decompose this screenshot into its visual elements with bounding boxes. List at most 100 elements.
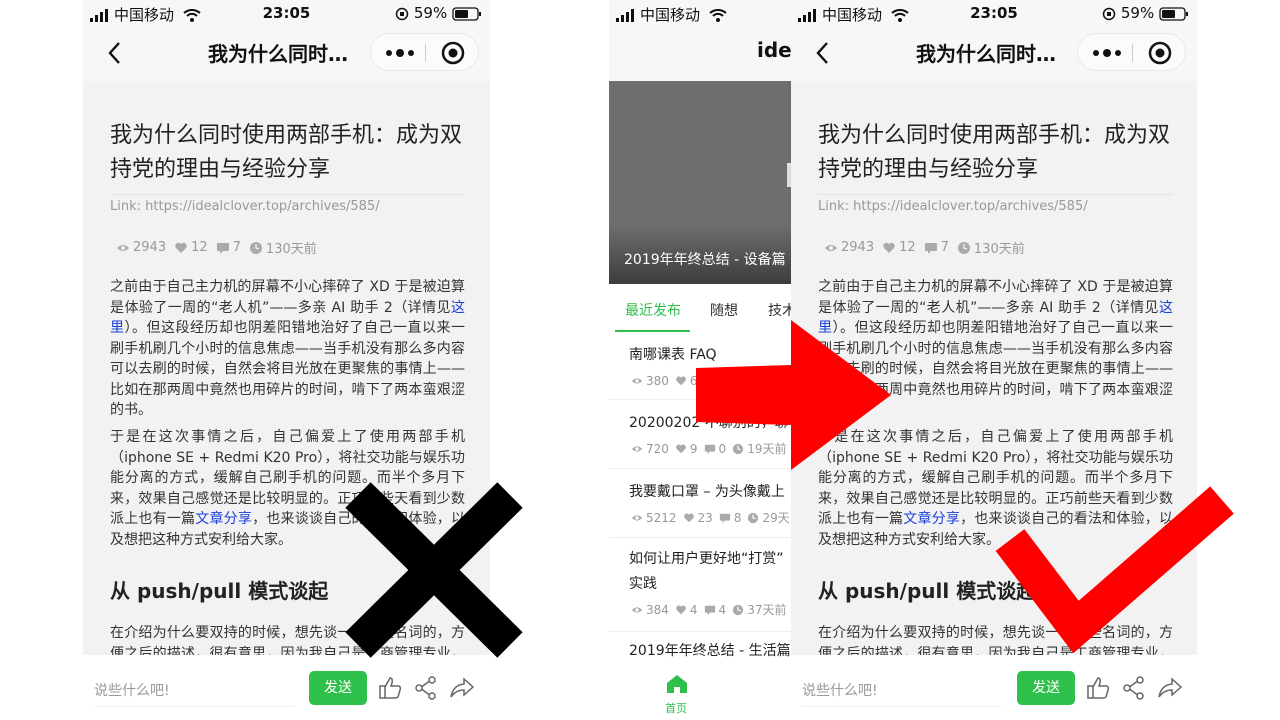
- heart-icon: [676, 444, 686, 453]
- comment-input[interactable]: 说些什么吧!: [802, 680, 878, 700]
- list-item[interactable]: 如何让用户更好地“打赏” 实践 384 4 4 37天前: [609, 538, 791, 632]
- more-icon[interactable]: [383, 42, 417, 64]
- eye-icon: [631, 606, 643, 613]
- inline-link[interactable]: 文章分享: [195, 511, 252, 527]
- nav-bar: idea: [609, 26, 791, 81]
- status-bar: 中国移动 23:05 59%: [791, 0, 1197, 26]
- article-link[interactable]: Link: https://idealclover.top/archives/5…: [110, 194, 465, 214]
- home-page-screenshot: 中国移动 idea 2019年年终总结 - 设备篇 最近发布 随想 技术 南哪课…: [609, 0, 791, 720]
- list-item[interactable]: 20200202 不聊别的，聊 720 9 0 19天前: [609, 400, 791, 469]
- carrier-name: 中国移动: [640, 6, 701, 24]
- nav-bar: 我为什么同时…: [83, 26, 490, 81]
- comment-icon: [216, 242, 229, 254]
- wifi-icon: [709, 9, 727, 22]
- tab-tech[interactable]: 技术: [768, 300, 791, 320]
- home-icon[interactable]: [666, 674, 688, 694]
- post-title: 20200202 不聊别的，聊: [629, 415, 789, 431]
- list-item[interactable]: 南哪课表 FAQ 380 6 3 4天前: [609, 332, 791, 400]
- thumbs-up-icon[interactable]: [377, 675, 403, 701]
- right-phone-screenshot: 中国移动 23:05 59% 我为什么同时… 我为什么同时使用两部手机：成为双持…: [791, 0, 1197, 720]
- comment-count: 7: [232, 240, 241, 255]
- article-title: 我为什么同时使用两部手机：成为双持党的理由与经验分享: [818, 123, 1171, 182]
- nav-title: 我为什么同时…: [208, 42, 348, 66]
- banner-caption: 2019年年终总结 - 设备篇: [624, 252, 786, 268]
- featured-banner[interactable]: 2019年年终总结 - 设备篇: [609, 81, 791, 284]
- article-meta: 2943 12 7 130天前: [824, 238, 1033, 257]
- battery-icon: [1159, 6, 1188, 21]
- miniprogram-capsule: [1077, 33, 1186, 71]
- back-arrow-icon[interactable]: [103, 40, 129, 66]
- site-title: idea: [757, 38, 791, 62]
- list-item[interactable]: 我要戴口罩 – 为头像戴上 5212 23 8 29天: [609, 469, 791, 538]
- post-title-line2: 实践: [629, 576, 657, 592]
- like-count: 12: [191, 240, 208, 255]
- comment-underline: [802, 706, 1002, 707]
- post-title: 如何让用户更好地“打赏”: [629, 551, 784, 567]
- capsule-divider: [1132, 44, 1133, 62]
- more-icon[interactable]: [1090, 42, 1124, 64]
- eye-icon: [117, 244, 129, 251]
- eye-icon: [631, 445, 643, 452]
- paragraph-1: 之前由于自己主力机的屏幕不小心摔碎了 XD 于是被迫算是体验了一周的“老人机”—…: [110, 279, 465, 418]
- eye-icon: [631, 514, 643, 521]
- status-bar: 中国移动: [609, 0, 791, 26]
- signal-icon: [616, 9, 634, 22]
- article-content[interactable]: 我为什么同时使用两部手机：成为双持党的理由与经验分享 Link: https:/…: [83, 81, 490, 655]
- comment-icon: [924, 242, 937, 254]
- clock-icon: [249, 241, 262, 254]
- close-miniprogram-icon[interactable]: [441, 41, 465, 65]
- thumbs-up-icon[interactable]: [1085, 675, 1111, 701]
- comment-input[interactable]: 说些什么吧!: [94, 680, 170, 700]
- tab-thoughts[interactable]: 随想: [710, 300, 738, 320]
- heart-icon: [175, 242, 187, 253]
- paragraph-2: 于是在这次事情之后，自己偏爱上了使用两部手机（iphone SE + Redmi…: [110, 429, 466, 548]
- share-icon[interactable]: [413, 675, 439, 701]
- comment-bar: 说些什么吧! 发送: [791, 655, 1197, 720]
- tab-recent[interactable]: 最近发布: [625, 300, 681, 320]
- rotation-lock-icon: [395, 7, 409, 20]
- eye-icon: [825, 244, 837, 251]
- view-count: 2943: [133, 240, 167, 255]
- bottom-tab-bar: 首页: [609, 668, 791, 720]
- heart-icon: [676, 605, 686, 614]
- rotation-lock-icon: [1102, 7, 1116, 20]
- post-meta: 720 9 0 19天前: [631, 440, 791, 457]
- paragraph-1: 之前由于自己主力机的屏幕不小心摔碎了 XD 于是被迫算是体验了一周的“老人机”—…: [818, 279, 1173, 418]
- post-title: 南哪课表 FAQ: [629, 347, 717, 363]
- clock-icon: [733, 375, 744, 386]
- paragraph-3: 在介绍为什么要双持的时候，想先谈一谈一些名词的，方便之后的描述，很有意思，因为我…: [818, 625, 1173, 655]
- article-link[interactable]: Link: https://idealclover.top/archives/5…: [818, 194, 1173, 214]
- clock-icon: [733, 604, 744, 615]
- section-heading: 从 push/pull 模式谈起: [110, 579, 329, 603]
- close-miniprogram-icon[interactable]: [1148, 41, 1172, 65]
- article-content[interactable]: 我为什么同时使用两部手机：成为双持党的理由与经验分享 Link: https:/…: [791, 81, 1197, 655]
- section-heading: 从 push/pull 模式谈起: [818, 579, 1037, 603]
- paragraph-2: 于是在这次事情之后，自己偏爱上了使用两部手机（iphone SE + Redmi…: [818, 429, 1174, 548]
- send-button[interactable]: 发送: [1017, 671, 1075, 705]
- tab-home-label[interactable]: 首页: [665, 700, 687, 716]
- clock-icon: [733, 443, 744, 454]
- battery-percent: 59%: [413, 4, 448, 22]
- heart-icon: [883, 242, 895, 253]
- category-tabs: 最近发布 随想 技术: [609, 284, 791, 332]
- forward-icon[interactable]: [449, 675, 475, 701]
- clock-icon: [957, 241, 970, 254]
- heart-icon: [676, 376, 686, 385]
- post-title: 我要戴口罩 – 为头像戴上: [629, 484, 785, 500]
- view-count: 2943: [841, 240, 875, 255]
- clock-icon: [748, 512, 759, 523]
- back-arrow-icon[interactable]: [811, 40, 837, 66]
- send-button[interactable]: 发送: [309, 671, 367, 705]
- comment-icon: [704, 605, 715, 615]
- miniprogram-capsule: [370, 33, 479, 71]
- inline-link[interactable]: 文章分享: [903, 511, 960, 527]
- comment-icon: [704, 444, 715, 454]
- forward-icon[interactable]: [1157, 675, 1183, 701]
- article-title: 我为什么同时使用两部手机：成为双持党的理由与经验分享: [110, 123, 463, 182]
- share-icon[interactable]: [1121, 675, 1147, 701]
- comment-underline: [94, 706, 294, 707]
- left-phone-screenshot: 中国移动 23:05 59% 我为什么同时… 我为什么同时使用两部手机：成为双持…: [83, 0, 490, 720]
- eye-icon: [631, 377, 643, 384]
- list-item[interactable]: 2019年年终总结 - 生活篇: [609, 632, 791, 672]
- post-meta: 384 4 4 37天前: [631, 601, 791, 618]
